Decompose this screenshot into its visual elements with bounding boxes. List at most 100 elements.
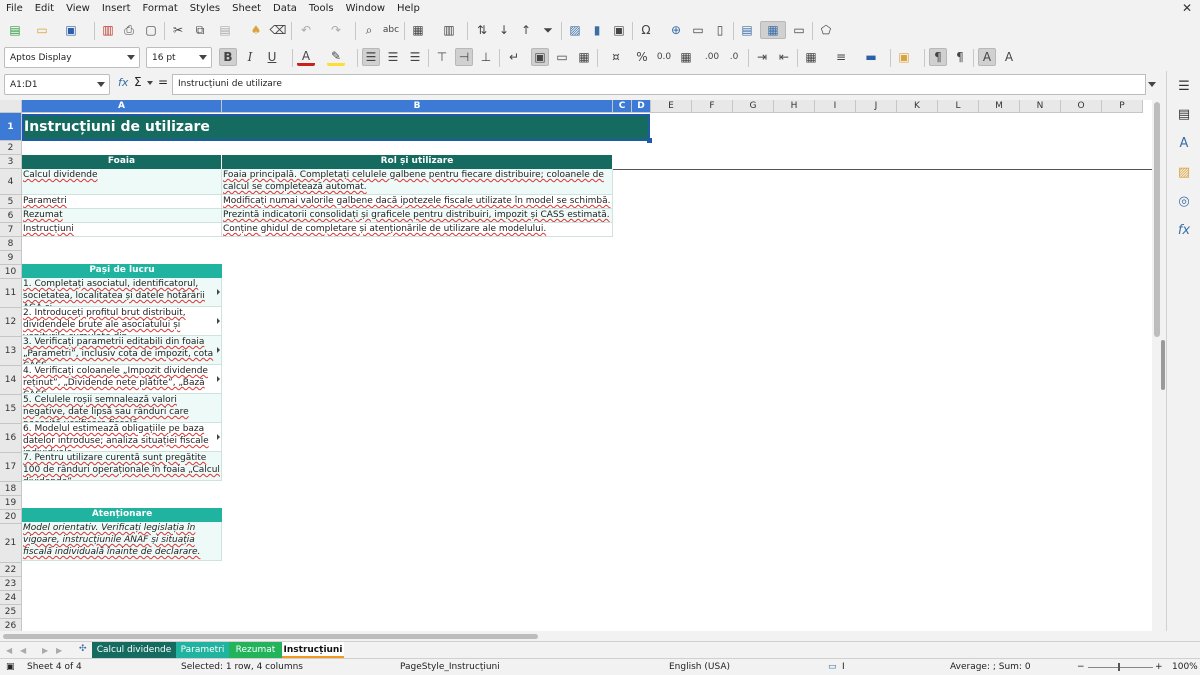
gallery-icon[interactable]: ▨	[1175, 163, 1193, 181]
column-header-n[interactable]: N	[1020, 100, 1061, 113]
column-header-l[interactable]: L	[938, 100, 979, 113]
formula-input[interactable]: Instrucțiuni de utilizare	[172, 74, 1146, 95]
table-row-sheet-name[interactable]: Instrucțiuni	[22, 223, 222, 237]
language[interactable]: English (USA)	[669, 662, 730, 672]
column-header-h[interactable]: H	[774, 100, 815, 113]
add-decimal-icon[interactable]: .00	[703, 48, 721, 66]
sidebar-resize-handle[interactable]	[1161, 340, 1165, 390]
function-wizard-icon[interactable]: fx	[118, 76, 128, 89]
special-character-icon[interactable]: Ω	[637, 21, 655, 39]
new-document-icon[interactable]: ▤	[6, 21, 24, 39]
menu-view[interactable]: View	[60, 0, 96, 17]
center-vertically-icon[interactable]: ⊣	[455, 48, 473, 66]
formula-icon[interactable]: =	[158, 75, 168, 89]
sheet-title-cell[interactable]: Instrucțiuni de utilizare	[22, 114, 650, 141]
sort-ascending-icon[interactable]: ↓	[495, 21, 513, 39]
zoom-in-icon[interactable]: +	[1155, 662, 1163, 672]
menu-edit[interactable]: Edit	[29, 0, 60, 17]
bold-icon[interactable]: B	[219, 48, 237, 66]
row-header-1[interactable]: 1	[0, 113, 22, 141]
split-window-icon[interactable]: ▭	[790, 21, 808, 39]
wrap-text-icon[interactable]: ↵	[505, 48, 523, 66]
menu-format[interactable]: Format	[137, 0, 184, 17]
unmerge-cells-icon[interactable]: ▦	[575, 48, 593, 66]
highlight-color-icon[interactable]: ✎	[327, 48, 345, 66]
row-header-25[interactable]: 25	[0, 605, 22, 619]
align-left-icon[interactable]: ☰	[362, 48, 380, 66]
row-header-23[interactable]: 23	[0, 577, 22, 591]
warning-header[interactable]: Atenționare	[22, 508, 222, 522]
row-header-19[interactable]: 19	[0, 496, 22, 510]
name-box[interactable]: A1:D1	[4, 74, 110, 95]
column-icon[interactable]: ▥	[440, 21, 458, 39]
print-preview-icon[interactable]: ▢	[142, 21, 160, 39]
italic-icon[interactable]: I	[241, 48, 259, 66]
row-header-3[interactable]: 3	[0, 155, 22, 169]
font-size-combo[interactable]: 16 pt	[146, 47, 212, 68]
row-header-11[interactable]: 11	[0, 279, 22, 308]
row-header-14[interactable]: 14	[0, 366, 22, 395]
conditional-format-icon[interactable]: ▣	[895, 48, 913, 66]
right-to-left-icon[interactable]: ¶	[951, 48, 969, 66]
align-center-icon[interactable]: ☰	[384, 48, 402, 66]
cut-icon[interactable]: ✂	[169, 21, 187, 39]
column-header-o[interactable]: O	[1061, 100, 1102, 113]
column-header-k[interactable]: K	[897, 100, 938, 113]
row-header-21[interactable]: 21	[0, 524, 22, 563]
row-header-13[interactable]: 13	[0, 337, 22, 366]
border-color-icon[interactable]: ▬	[862, 48, 880, 66]
spelling-icon[interactable]: abc	[382, 21, 400, 39]
print-icon[interactable]: ⎙	[120, 21, 138, 39]
column-header-m[interactable]: M	[979, 100, 1020, 113]
menu-data[interactable]: Data	[267, 0, 303, 17]
row-header-7[interactable]: 7	[0, 223, 22, 237]
align-right-icon[interactable]: ☰	[406, 48, 424, 66]
properties-icon[interactable]: ▤	[1175, 105, 1193, 123]
column-header-j[interactable]: J	[856, 100, 897, 113]
table-row-sheet-name[interactable]: Parametri	[22, 195, 222, 209]
table-row-description[interactable]: Modificați numai valorile galbene dacă i…	[222, 195, 613, 209]
row-header-4[interactable]: 4	[0, 169, 22, 195]
row-header-22[interactable]: 22	[0, 563, 22, 577]
sort-descending-icon[interactable]: ↑	[517, 21, 535, 39]
autofill-handle[interactable]	[647, 138, 652, 143]
find-replace-icon[interactable]: ⌕	[360, 21, 378, 39]
table-row-description[interactable]: Foaia principală. Completați celulele ga…	[222, 169, 613, 195]
font-name-combo[interactable]: Aptos Display	[4, 47, 140, 68]
sort-icon[interactable]: ⇅	[473, 21, 491, 39]
menu-tools[interactable]: Tools	[303, 0, 340, 17]
save-icon[interactable]: ▣	[62, 21, 80, 39]
warning-text[interactable]: Model orientativ. Verificați legislația …	[22, 522, 222, 561]
row-header-18[interactable]: 18	[0, 482, 22, 496]
clone-formatting-icon[interactable]: ♠	[247, 21, 265, 39]
align-bottom-icon[interactable]: ⊥	[477, 48, 495, 66]
row-header-8[interactable]: 8	[0, 237, 22, 251]
row-header-9[interactable]: 9	[0, 251, 22, 265]
tab-parametri[interactable]: Parametri	[176, 642, 229, 658]
percent-format-icon[interactable]: %	[633, 48, 651, 66]
functions-icon[interactable]: fx	[1175, 221, 1193, 239]
merge-cells-icon[interactable]: ▭	[553, 48, 571, 66]
row-header-16[interactable]: 16	[0, 424, 22, 453]
left-to-right-icon[interactable]: ¶	[929, 48, 947, 66]
export-pdf-icon[interactable]: ▥	[99, 21, 117, 39]
table-row-description[interactable]: Prezintă indicatorii consolidați și graf…	[222, 209, 613, 223]
page-style[interactable]: PageStyle_Instrucțiuni	[400, 662, 500, 672]
row-header-10[interactable]: 10	[0, 265, 22, 279]
clear-formatting-icon[interactable]: ⌫	[269, 21, 287, 39]
table-header-rol[interactable]: Rol și utilizare	[222, 155, 613, 169]
row-icon[interactable]: ▦	[409, 21, 427, 39]
increase-indent-icon[interactable]: ⇥	[753, 48, 771, 66]
row-header-6[interactable]: 6	[0, 209, 22, 223]
vertical-scroll-thumb[interactable]	[1154, 102, 1160, 337]
steps-header[interactable]: Pași de lucru	[22, 264, 222, 278]
text-direction-vertical-icon[interactable]: A	[1000, 48, 1018, 66]
chevron-down-icon[interactable]	[97, 82, 105, 87]
first-sheet-icon[interactable]: ◀	[6, 646, 12, 655]
define-print-area-icon[interactable]: ▤	[738, 21, 756, 39]
show-draw-functions-icon[interactable]: ⬠	[817, 21, 835, 39]
row-header-17[interactable]: 17	[0, 453, 22, 482]
header-footer-icon[interactable]: ▯	[711, 21, 729, 39]
column-header-p[interactable]: P	[1102, 100, 1143, 113]
menu-insert[interactable]: Insert	[96, 0, 137, 17]
